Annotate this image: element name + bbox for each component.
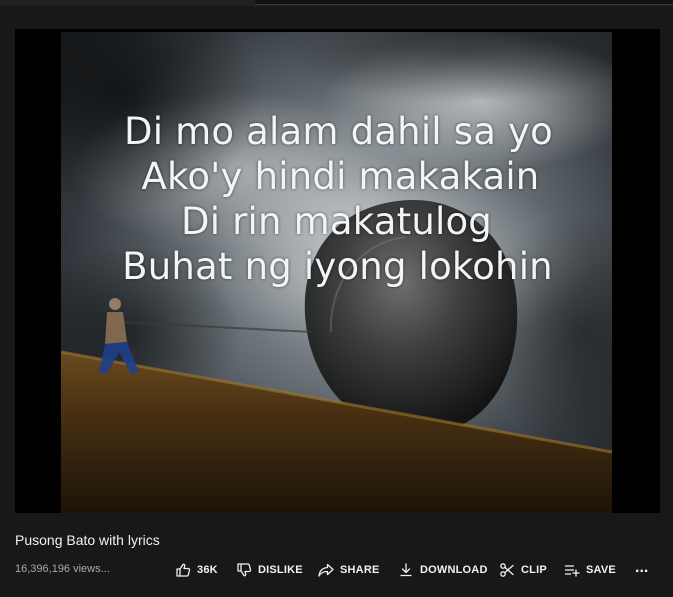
lyrics-overlay: Di mo alam dahil sa yo Ako'y hindi makak… (61, 109, 612, 289)
dislike-button[interactable]: DISLIKE (236, 559, 303, 581)
save-button[interactable]: SAVE (564, 559, 616, 581)
share-button[interactable]: SHARE (318, 559, 380, 581)
thumbs-down-icon (236, 562, 252, 578)
top-edge-bar (0, 0, 673, 6)
view-count[interactable]: 16,396,196 views... (15, 563, 110, 575)
share-label: SHARE (340, 564, 380, 576)
download-button[interactable]: DOWNLOAD (398, 559, 488, 581)
lyric-line-2: Ako'y hindi makakain (141, 155, 540, 198)
share-arrow-icon (318, 562, 334, 578)
top-edge-cap (255, 0, 673, 5)
download-label: DOWNLOAD (420, 564, 488, 576)
video-frame[interactable]: Di mo alam dahil sa yo Ako'y hindi makak… (61, 32, 612, 513)
thumbs-up-icon (175, 562, 191, 578)
save-label: SAVE (586, 564, 616, 576)
lyric-line-4: Buhat ng iyong lokohin (122, 245, 553, 288)
video-info-row: 16,396,196 views... 36K DISLIKE SHARE DO… (15, 556, 660, 584)
like-button[interactable]: 36K (175, 559, 218, 581)
lyric-line-3: Di rin makatulog (181, 200, 492, 243)
like-count: 36K (197, 564, 218, 576)
lyric-line-1: Di mo alam dahil sa yo (124, 110, 553, 153)
clip-button[interactable]: CLIP (499, 559, 547, 581)
more-actions-button[interactable]: ... (635, 557, 648, 579)
scissors-icon (499, 562, 515, 578)
video-title: Pusong Bato with lyrics (15, 532, 160, 548)
playlist-add-icon (564, 562, 580, 578)
clip-label: CLIP (521, 564, 547, 576)
dislike-label: DISLIKE (258, 564, 303, 576)
download-icon (398, 562, 414, 578)
watch-page: Di mo alam dahil sa yo Ako'y hindi makak… (0, 0, 673, 597)
more-actions-icon: ... (635, 559, 649, 576)
video-player[interactable]: Di mo alam dahil sa yo Ako'y hindi makak… (15, 29, 660, 513)
